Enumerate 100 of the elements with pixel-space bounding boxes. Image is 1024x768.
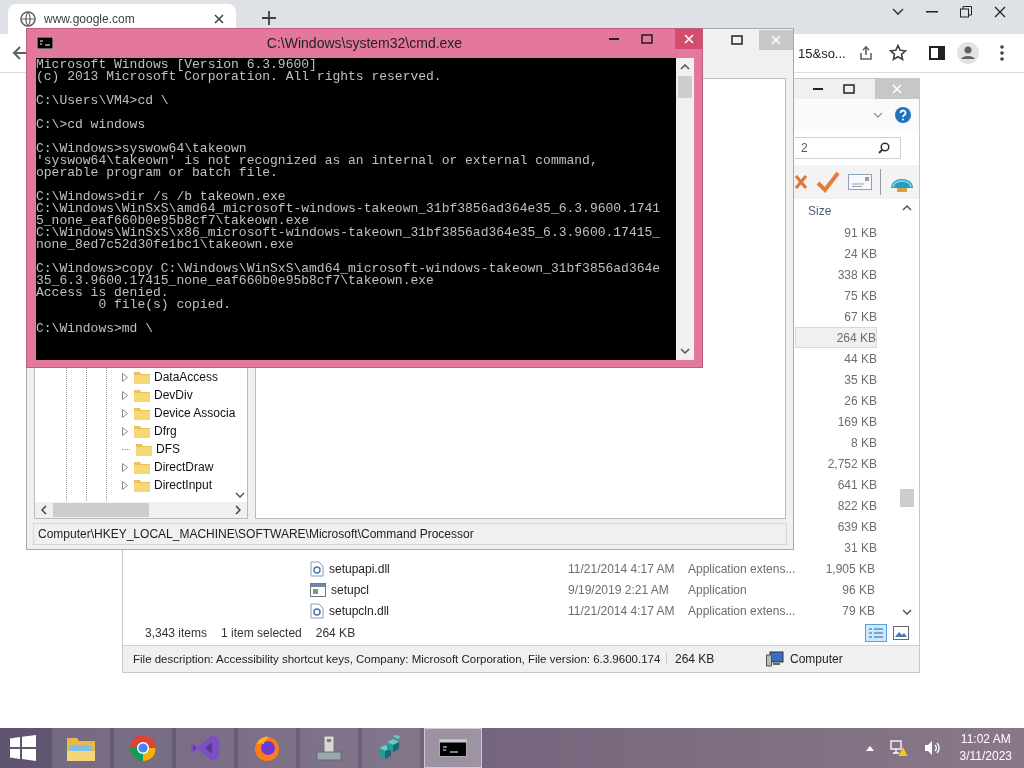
star-icon[interactable] — [889, 44, 907, 62]
file-row[interactable]: 639 KB — [795, 516, 877, 537]
clock-time[interactable]: 11:02 AM — [960, 731, 1011, 748]
chevron-left-icon — [41, 505, 47, 515]
file-size: 67 KB — [844, 309, 877, 324]
maximize-icon[interactable] — [843, 84, 855, 94]
chevron-down-icon — [680, 348, 690, 354]
console-line: 'syswow64\takeown' is not recognized as an internal or external command, — [36, 155, 598, 167]
console-line: none_8ed7c52d30fe1bc1\takeown.exe — [36, 239, 294, 251]
file-type: Application extens... — [688, 603, 796, 618]
chevron-down-icon[interactable] — [892, 8, 904, 16]
close-icon[interactable] — [994, 6, 1006, 18]
address-text[interactable]: 15&so... — [798, 45, 846, 61]
file-row[interactable]: setupcln.dll 11/21/2014 4:17 AM Application extens... 79 KB — [123, 600, 899, 621]
thumbnail-view-icon[interactable] — [893, 626, 909, 640]
delete-icon[interactable] — [794, 174, 808, 190]
network-warning-icon[interactable] — [889, 739, 908, 757]
scroll-thumb[interactable] — [53, 503, 149, 517]
taskbar-button[interactable] — [424, 728, 482, 768]
file-row[interactable]: 67 KB — [795, 306, 877, 327]
computer-tower-icon — [315, 734, 343, 762]
chevron-down-icon[interactable] — [235, 492, 245, 498]
close-icon — [892, 84, 902, 94]
check-icon[interactable] — [816, 171, 840, 193]
tree-item[interactable]: Dfrg — [154, 424, 177, 438]
browser-icon — [129, 734, 157, 762]
scrollbar[interactable] — [35, 502, 247, 518]
scroll-thumb[interactable] — [900, 489, 914, 507]
file-row[interactable]: 26 KB — [795, 390, 877, 411]
console-line: 35_6.3.9600.17415_none_eaf660b0e95b8cf7\takeown.exe — [36, 275, 434, 287]
tree-item[interactable]: Device Associa — [154, 406, 236, 420]
file-size: 264 KB — [674, 652, 716, 666]
file-row[interactable]: 338 KB — [795, 264, 877, 285]
console-line: C:\Windows>syswow64\takeown — [36, 143, 247, 155]
file-row[interactable]: 44 KB — [795, 348, 877, 369]
back-arrow-icon[interactable] — [12, 45, 28, 61]
console-line: C:\Users\VM4>cd \ — [36, 95, 169, 107]
profile-icon[interactable] — [957, 42, 979, 64]
file-row[interactable]: 264 KB — [795, 327, 877, 348]
file-size: 26 KB — [844, 393, 877, 408]
file-row[interactable]: 822 KB — [795, 495, 877, 516]
scroll-thumb[interactable] — [678, 76, 692, 98]
terminal-icon — [439, 739, 467, 757]
tree-item[interactable]: DFS — [156, 442, 180, 456]
minimize-icon[interactable] — [926, 11, 938, 13]
tree-item[interactable]: DirectInput — [154, 478, 213, 492]
restore-icon[interactable] — [960, 6, 972, 18]
file-row[interactable]: 8 KB — [795, 432, 877, 453]
file-size: 96 KB — [842, 582, 875, 597]
share-icon[interactable] — [858, 45, 874, 61]
file-size: 31 KB — [844, 540, 877, 555]
maximize-icon[interactable] — [731, 35, 743, 45]
file-row[interactable]: 641 KB — [795, 474, 877, 495]
folder-icon — [136, 442, 152, 456]
file-row[interactable]: 169 KB — [795, 411, 877, 432]
search-field[interactable]: 2 — [795, 137, 901, 159]
fox-globe-icon — [253, 734, 281, 762]
close-icon — [683, 34, 694, 44]
file-row[interactable]: 35 KB — [795, 369, 877, 390]
file-date: 11/21/2014 4:17 AM — [568, 561, 675, 576]
window-title: C:\Windows\system32\cmd.exe — [266, 35, 463, 51]
plus-icon[interactable] — [262, 11, 276, 25]
file-name: setupcln.dll — [329, 603, 390, 618]
selection-size: 264 KB — [315, 626, 356, 640]
tree-item[interactable]: DirectDraw — [154, 460, 214, 474]
column-header[interactable]: Size — [800, 203, 880, 218]
file-row[interactable]: setupapi.dll 11/21/2014 4:17 AM Application extens... 1,905 KB — [123, 558, 899, 579]
side-panel-icon[interactable] — [929, 45, 945, 61]
file-size: 264 KB — [836, 330, 876, 345]
tree-item[interactable]: DevDiv — [154, 388, 193, 402]
tree-item[interactable]: DataAccess — [154, 370, 219, 384]
file-row[interactable]: 91 KB — [795, 222, 877, 243]
start-icon[interactable] — [10, 735, 36, 761]
file-row[interactable]: 75 KB — [795, 285, 877, 306]
tab-title: www.google.com — [44, 12, 136, 26]
clock-date[interactable]: 3/11/2023 — [959, 748, 1012, 765]
close-button[interactable] — [675, 29, 702, 49]
card-icon[interactable] — [848, 174, 872, 190]
file-row[interactable]: setupcl 9/19/2019 2:21 AM Application 96 KB — [123, 579, 899, 600]
console-line: Access is denied. — [36, 287, 169, 299]
speaker-icon[interactable] — [923, 740, 942, 756]
maximize-icon[interactable] — [641, 34, 653, 44]
file-row[interactable]: 2,752 KB — [795, 453, 877, 474]
help-icon[interactable] — [895, 107, 911, 123]
console-line: C:\Windows>dir /s /b takeown.exe — [36, 191, 286, 203]
file-size: 8 KB — [851, 435, 877, 450]
file-row[interactable]: 31 KB — [795, 537, 877, 558]
file-date: 9/19/2019 2:21 AM — [568, 582, 669, 597]
menu-icon[interactable] — [1000, 45, 1004, 61]
file-size: 639 KB — [837, 519, 877, 534]
location-label: Computer — [790, 652, 843, 666]
file-size: 75 KB — [844, 288, 877, 303]
console-line: operable program or batch file. — [36, 167, 278, 179]
scrollbar[interactable] — [676, 58, 694, 360]
console-line: 5_none_eaf660b0e95b8cf7\takeown.exe — [36, 215, 310, 227]
close-icon[interactable] — [214, 14, 224, 24]
file-description: File description: Accessibility shortcut keys, Company: Microsoft Corporation, File version: 6.3.9600.174 — [123, 653, 667, 665]
details-view-icon[interactable] — [865, 624, 887, 642]
caret-up-icon[interactable] — [865, 745, 874, 751]
file-row[interactable]: 24 KB — [795, 243, 877, 264]
